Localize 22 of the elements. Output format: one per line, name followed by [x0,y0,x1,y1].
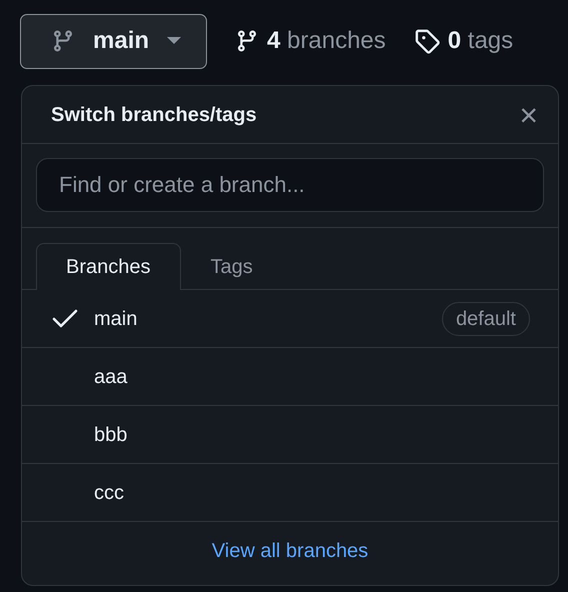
view-all-branches-link[interactable]: View all branches [212,536,368,566]
branch-icon [235,29,259,53]
branch-name: aaa [94,364,128,390]
close-button[interactable]: × [515,98,542,130]
branch-name: main [94,306,138,332]
branch-name: ccc [94,480,125,506]
branch-row[interactable]: bbb [22,406,558,464]
tab[interactable]: Branches [36,243,180,290]
tab[interactable]: Tags [180,243,283,290]
branch-dropdown-button[interactable]: main [20,14,207,68]
branch-row[interactable]: aaa [22,348,558,406]
branches-link[interactable]: 4 branches [235,23,386,59]
branch-row[interactable]: ccc [22,464,558,522]
tag-icon [414,28,440,54]
caret-icon [167,37,182,45]
tags-link[interactable]: 0 tags [414,23,514,59]
branch-name: bbb [94,422,128,448]
branch-icon [51,29,75,53]
popup-title: Switch branches/tags [51,102,257,128]
branch-row[interactable]: main default [22,290,558,348]
branch-search-field[interactable]: Find or create a branch... [36,158,544,212]
default-label: default [442,302,530,336]
